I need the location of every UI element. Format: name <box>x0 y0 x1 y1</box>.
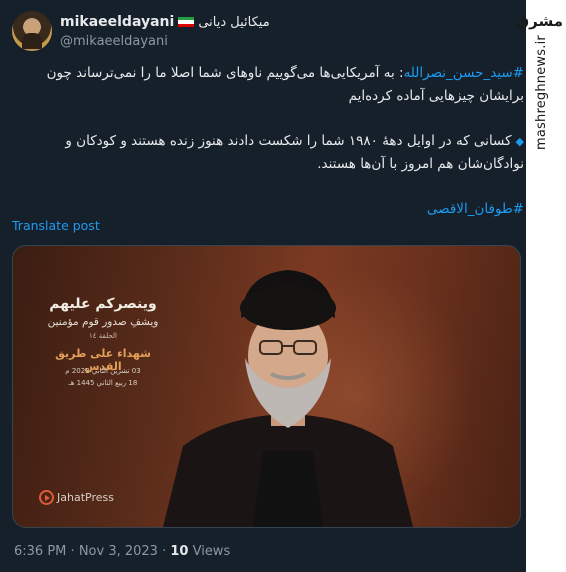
post-time[interactable]: 6:36 PM <box>14 544 66 559</box>
tweet-paragraph-2: ◆کسانی که در اوایل دههٔ ۱۹۸۰ شما را شکست… <box>14 130 524 176</box>
hashtag-link[interactable]: #طوفان_الاقصی <box>427 201 524 217</box>
translate-post-link[interactable]: Translate post <box>12 218 100 233</box>
media-date-hijri: 18 ربيع الثاني 1445 هـ <box>68 379 138 387</box>
play-logo-icon <box>39 490 54 505</box>
media-logo-text: JahatPress <box>57 491 114 504</box>
media-image[interactable]: وينصركم عليهم ويشفِ صدور قوم مؤمنين الحل… <box>12 245 521 528</box>
author-display-name-fa: میکائیل دیانی <box>198 14 270 30</box>
views-count: 10 <box>170 544 189 559</box>
hashtag-link[interactable]: #سید_حسن_نصرالله <box>404 65 524 81</box>
mashregh-logo: مشرق <box>515 12 563 30</box>
tweet-footer: 6:36 PM · Nov 3, 2023 · 10 Views <box>14 544 230 559</box>
author-handle[interactable]: @mikaeeldayani <box>60 34 168 49</box>
watermark-site: mashreghnews.ir <box>534 35 549 150</box>
tweet-paragraph-1: #سید_حسن_نصرالله: به آمریکایی‌ها می‌گویی… <box>14 62 524 108</box>
diamond-icon: ◆ <box>515 135 524 148</box>
media-title: وينصركم عليهم <box>49 296 157 312</box>
post-date[interactable]: Nov 3, 2023 <box>79 544 158 559</box>
views-label: Views <box>192 544 231 559</box>
iran-flag-icon <box>178 16 195 28</box>
media-logo: JahatPress <box>39 490 114 505</box>
media-subtitle: ويشفِ صدور قوم مؤمنين <box>47 316 159 328</box>
tweet-bullet-text: کسانی که در اوایل دههٔ ۱۹۸۰ شما را شکست … <box>65 133 524 172</box>
author-name-row: mikaeeldayani میکائیل دیانی <box>60 13 270 31</box>
tweet-text: #سید_حسن_نصرالله: به آمریکایی‌ها می‌گویی… <box>14 62 524 243</box>
separator: · <box>162 544 167 559</box>
media-date-gregorian: 03 تشرين الثاني 2023 م <box>65 367 141 375</box>
author-display-name[interactable]: mikaeeldayani <box>60 14 174 30</box>
separator: · <box>70 544 75 559</box>
watermark-strip: مشرق mashreghnews.ir <box>515 0 566 572</box>
avatar[interactable] <box>12 11 52 51</box>
media-episode: الحلقة ١٤ <box>89 332 117 340</box>
tweet-card: mikaeeldayani میکائیل دیانی @mikaeeldaya… <box>0 0 526 572</box>
